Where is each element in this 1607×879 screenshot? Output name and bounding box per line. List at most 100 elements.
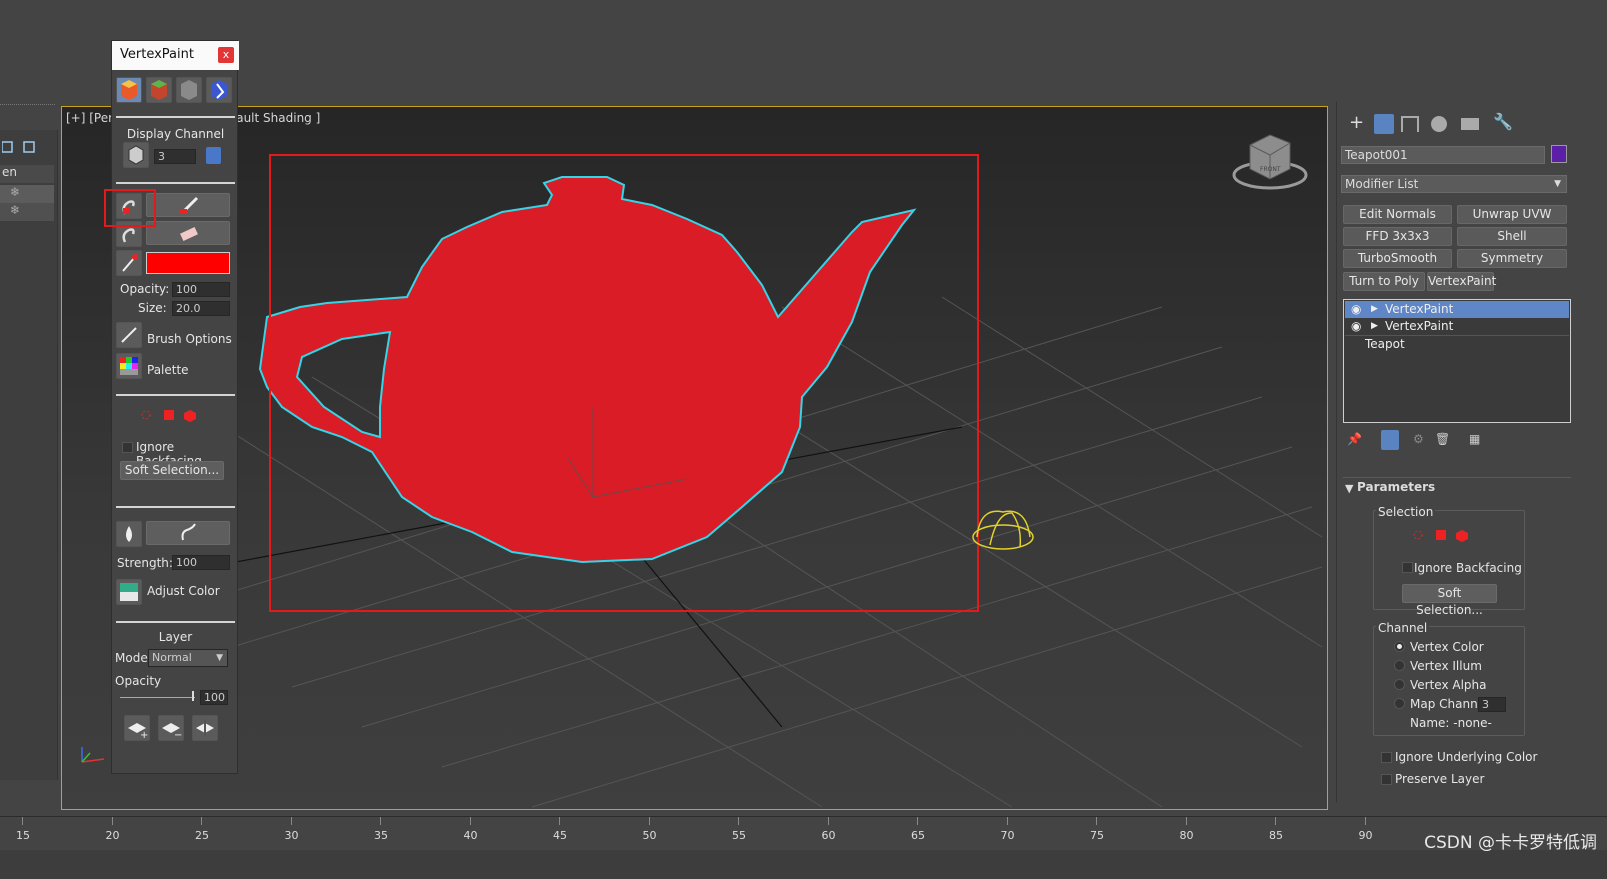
mode-dropdown[interactable]: Normal ▼ [148, 649, 228, 667]
erase-button[interactable] [146, 221, 230, 245]
separator [1343, 477, 1571, 478]
ignore-backfacing-checkbox[interactable] [122, 442, 133, 453]
modifier-list-dropdown[interactable]: Modifier List ▼ [1341, 175, 1567, 193]
modifier-button-ffd[interactable]: FFD 3x3x3 [1343, 227, 1452, 246]
utilities-tab-icon[interactable]: 🔧 [1493, 112, 1513, 131]
light-helper [972, 510, 1034, 550]
strength-spinner[interactable]: 100 [172, 555, 230, 570]
configure-sets-icon[interactable]: ▦ [1469, 432, 1480, 446]
timeline-tick-mark [559, 817, 560, 825]
eyedropper-icon[interactable] [116, 250, 142, 276]
blur-brush-button[interactable] [146, 521, 230, 545]
outliner-row[interactable]: ❄ [0, 203, 54, 221]
show-end-result-icon[interactable] [1381, 430, 1399, 450]
eye-icon[interactable]: ◉ [1351, 301, 1361, 318]
timeline-tick-mark [290, 817, 292, 825]
timeline-tick-mark [648, 817, 650, 825]
parameters-rollout-title[interactable]: Parameters [1357, 480, 1435, 494]
map-channel-spinner[interactable]: 3 [1478, 697, 1506, 712]
new-layer-icon[interactable]: + [124, 715, 150, 741]
top-toolbar-area [0, 0, 1607, 105]
button-highlight-box [104, 189, 156, 227]
separator [116, 621, 235, 623]
slider-handle[interactable] [192, 691, 194, 701]
mode-value: Normal [152, 651, 192, 664]
selection-mode-icons[interactable] [1410, 527, 1480, 543]
soft-selection-button[interactable]: Soft Selection... [120, 461, 224, 480]
command-tabs: + 🔧 [1337, 112, 1607, 138]
timeline-ruler[interactable]: 15 20 25 30 35 40 45 50 55 60 65 70 75 80 85 90 [0, 816, 1607, 850]
channel-spinner[interactable]: 3 [154, 149, 196, 164]
collapse-icon[interactable]: ▼ [1345, 482, 1353, 495]
channel-group-label: Channel [1376, 621, 1430, 635]
layer-opacity-slider[interactable] [120, 697, 195, 698]
radio-vertex-alpha[interactable] [1394, 679, 1405, 690]
viewcube-label[interactable]: FRONT [1260, 166, 1281, 173]
object-name-field[interactable]: Teapot001 [1341, 146, 1545, 164]
make-unique-icon[interactable]: ⚙ [1413, 432, 1424, 446]
svg-text:−: − [174, 730, 182, 740]
object-color-swatch[interactable] [1551, 145, 1567, 163]
condense-layers-icon[interactable] [192, 715, 218, 741]
adjust-color-label[interactable]: Adjust Color [147, 584, 220, 598]
remove-modifier-icon[interactable]: 🗑 [1435, 432, 1450, 446]
soft-selection-button[interactable]: Soft Selection... [1402, 584, 1497, 617]
modifier-button-turn-to-poly[interactable]: Turn to Poly [1343, 272, 1425, 291]
viewport-scene[interactable] [62, 107, 1328, 810]
modifier-button-unwrap-uvw[interactable]: Unwrap UVW [1457, 205, 1567, 224]
ignore-backfacing-checkbox[interactable] [1402, 562, 1413, 573]
brush-options-icon[interactable] [116, 322, 142, 348]
outliner-column-header[interactable]: en [0, 165, 54, 183]
paint-brush-button[interactable] [146, 193, 230, 217]
lock-icon[interactable] [206, 147, 221, 164]
modifier-button-symmetry[interactable]: Symmetry [1457, 249, 1567, 268]
modifier-stack[interactable]: ◉ ▶ VertexPaint ◉ ▶ VertexPaint Teapot [1343, 299, 1571, 423]
radio-map-channel[interactable] [1394, 698, 1405, 709]
stack-item[interactable]: ◉ ▶ VertexPaint [1345, 318, 1569, 335]
expand-icon[interactable]: ▶ [1371, 318, 1378, 335]
brush-options-label[interactable]: Brush Options [147, 332, 232, 346]
outliner-row[interactable]: ❄ [0, 185, 54, 203]
ignore-underlying-checkbox[interactable] [1381, 752, 1392, 763]
pin-stack-icon[interactable]: 📌 [1347, 432, 1362, 446]
timeline-tick-mark [1275, 817, 1276, 825]
shaded-display-icon[interactable] [146, 77, 172, 103]
size-spinner[interactable]: 20.0 [172, 301, 230, 316]
modifier-button-edit-normals[interactable]: Edit Normals [1343, 205, 1452, 224]
vertex-color-display-icon[interactable] [116, 77, 142, 103]
separator [116, 394, 235, 396]
radio-vertex-illum[interactable] [1394, 660, 1405, 671]
display-tab-icon[interactable] [1461, 118, 1479, 130]
radio-vertex-color[interactable] [1394, 641, 1405, 652]
create-tab-icon[interactable]: + [1349, 112, 1364, 133]
modifier-button-vertexpaint[interactable]: VertexPaint [1427, 272, 1496, 291]
stack-item-selected[interactable]: ◉ ▶ VertexPaint [1345, 301, 1569, 318]
paint-color-swatch[interactable] [146, 252, 230, 274]
modifier-button-shell[interactable]: Shell [1457, 227, 1567, 246]
layer-opacity-value[interactable]: 100 [200, 690, 228, 705]
expand-icon[interactable]: ▶ [1371, 301, 1378, 318]
hierarchy-tab-icon[interactable] [1401, 116, 1419, 132]
modifier-button-turbosmooth[interactable]: TurboSmooth [1343, 249, 1452, 268]
timeline-tick-mark [917, 817, 918, 825]
preserve-layer-checkbox[interactable] [1381, 774, 1392, 785]
palette-label[interactable]: Palette [147, 363, 189, 377]
delete-layer-icon[interactable]: − [158, 715, 184, 741]
modify-tab-icon[interactable] [1374, 114, 1394, 134]
stack-item-base[interactable]: Teapot [1345, 335, 1569, 352]
disable-display-icon[interactable] [176, 77, 202, 103]
motion-tab-icon[interactable] [1431, 116, 1447, 132]
channel-option-label: Vertex Illum [1410, 659, 1482, 673]
cube-display-icon[interactable] [123, 142, 149, 168]
blur-drop-icon[interactable] [116, 521, 142, 547]
eye-icon[interactable]: ◉ [1351, 318, 1361, 335]
selection-mode-icons[interactable] [138, 407, 208, 426]
adjust-color-icon[interactable] [116, 579, 142, 605]
opacity-spinner[interactable]: 100 [172, 282, 230, 297]
channel-name-label: Name: -none- [1410, 716, 1492, 730]
toggle-display-icon[interactable] [206, 77, 232, 103]
vertexpaint-panel: VertexPaint x Display Channel 3 Opacity:… [111, 40, 239, 774]
close-button[interactable]: x [218, 47, 234, 63]
perspective-viewport[interactable]: [+] [Pers fault Shading ] FRONT [61, 106, 1328, 810]
palette-icon[interactable] [116, 353, 142, 379]
